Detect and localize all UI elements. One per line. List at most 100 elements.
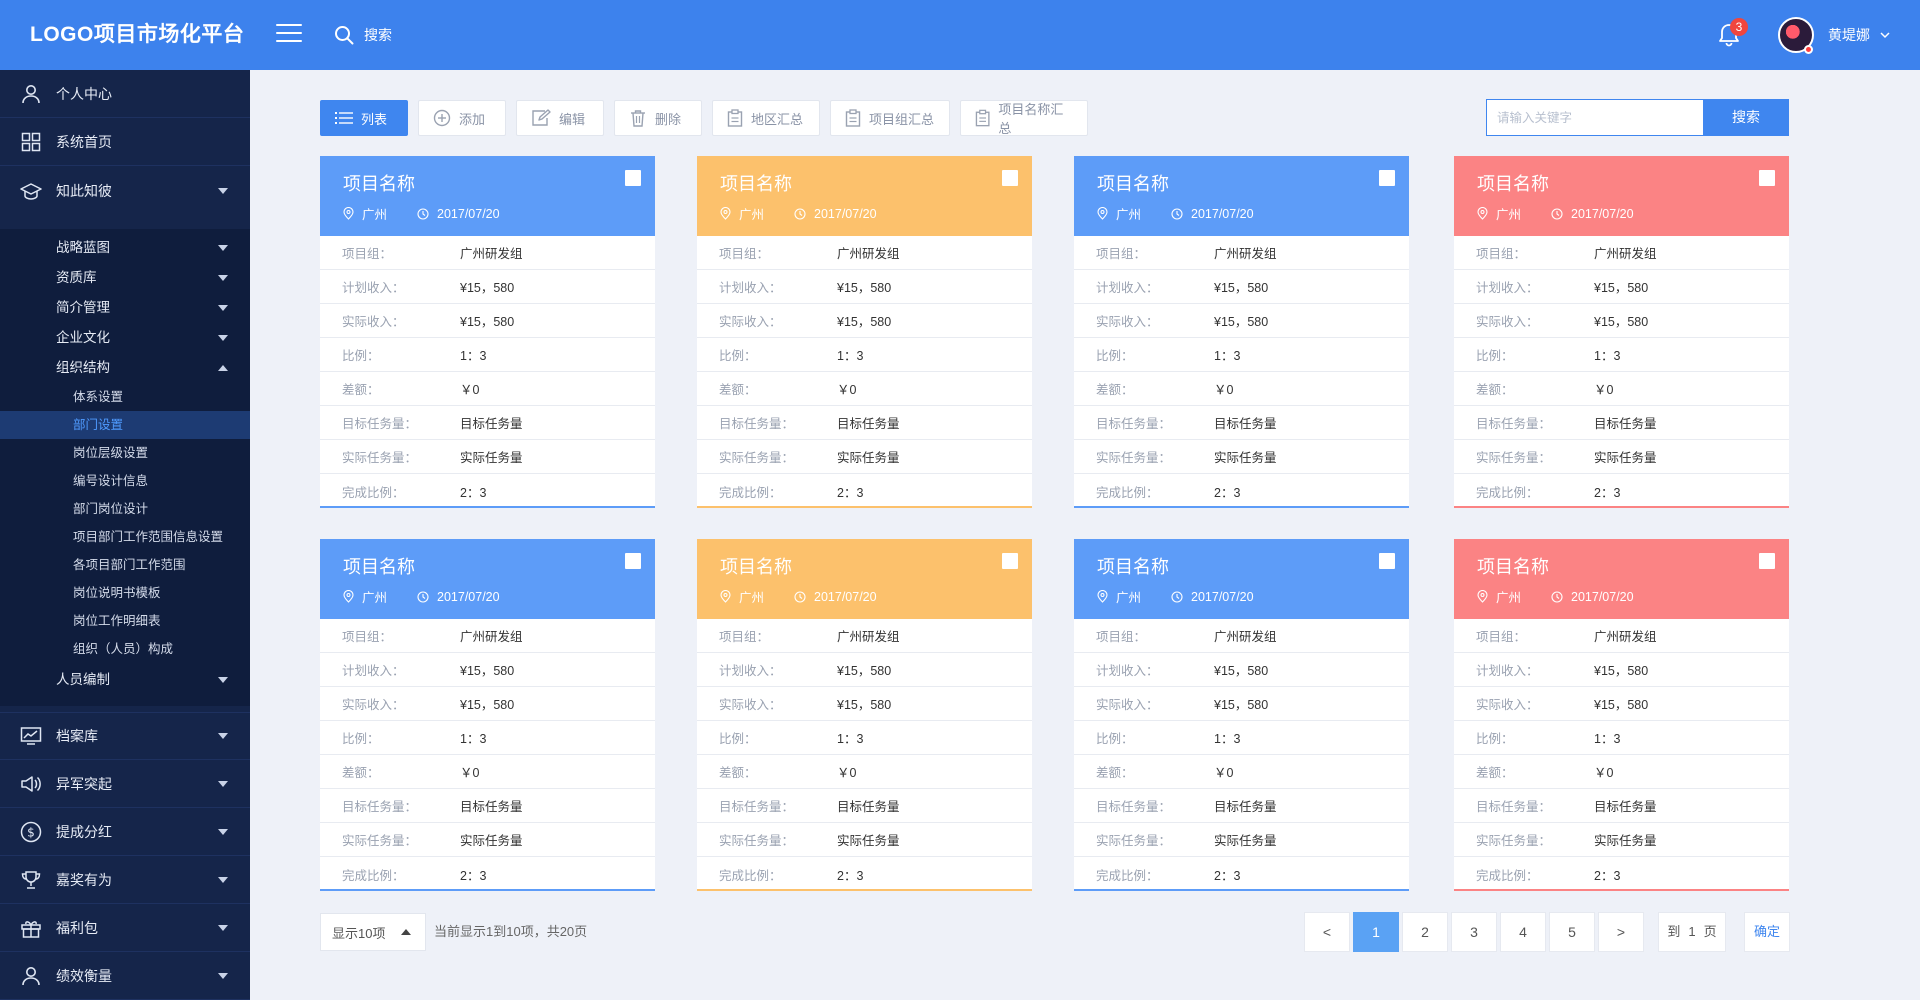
search-button[interactable]: 搜索 — [1703, 99, 1789, 136]
project-card[interactable]: 项目名称 广州 2017/07/20 项目组： 广州研发组 计划收入： ¥15，580 实际收… — [1454, 539, 1789, 891]
card-checkbox[interactable] — [1002, 553, 1018, 569]
card-row-label: 比例： — [342, 349, 380, 363]
card-row-label: 目标任务量： — [342, 800, 418, 814]
page-button-1[interactable]: 1 — [1353, 912, 1399, 952]
chevron-down-icon — [218, 188, 228, 194]
card-row-label: 完成比例： — [342, 485, 405, 500]
page-button-3[interactable]: 3 — [1451, 912, 1497, 952]
sidebar-sub3-item[interactable]: 岗位说明书模板 — [0, 579, 250, 607]
project-card[interactable]: 项目名称 广州 2017/07/20 项目组： 广州研发组 计划收入： ¥15，580 实际收… — [1074, 156, 1409, 508]
card-row: 完成比例： 2：3 — [320, 474, 655, 508]
search-input[interactable] — [1487, 100, 1703, 135]
sidebar-sub3-item[interactable]: 体系设置 — [0, 383, 250, 411]
chevron-down-icon — [218, 677, 228, 683]
card-checkbox[interactable] — [1759, 170, 1775, 186]
list-button[interactable]: 列表 — [320, 100, 408, 136]
goto-page-input[interactable] — [1684, 924, 1700, 939]
card-row: 完成比例： 2：3 — [1074, 474, 1409, 508]
card-row-value: 广州研发组 — [1594, 247, 1657, 261]
goto-prefix: 到 — [1667, 924, 1681, 939]
card-row: 比例： 1：3 — [1454, 338, 1789, 372]
project-card[interactable]: 项目名称 广州 2017/07/20 项目组： 广州研发组 计划收入： ¥15，580 实际收… — [1074, 539, 1409, 891]
sidebar-sub3-item[interactable]: 各项目部门工作范围 — [0, 551, 250, 579]
card-checkbox[interactable] — [1379, 170, 1395, 186]
sidebar-item-rising[interactable]: 异军突起 — [0, 760, 250, 808]
sidebar-sub3-item[interactable]: 部门岗位设计 — [0, 495, 250, 523]
project-card[interactable]: 项目名称 广州 2017/07/20 项目组： 广州研发组 计划收入： ¥15，580 实际收… — [320, 156, 655, 508]
card-header: 项目名称 广州 2017/07/20 — [1454, 156, 1789, 236]
sidebar-sub3-item[interactable]: 岗位工作明细表 — [0, 607, 250, 635]
sidebar-item-personal-center[interactable]: 个人中心 — [0, 70, 250, 118]
menu-toggle-icon[interactable] — [276, 24, 302, 46]
sidebar-sub3-item-active[interactable]: 部门设置 — [0, 411, 250, 439]
sidebar-item-archive[interactable]: 档案库 — [0, 712, 250, 760]
page-button-4[interactable]: 4 — [1500, 912, 1546, 952]
card-row: 实际任务量： 实际任务量 — [1074, 440, 1409, 474]
sidebar-item-awards[interactable]: 嘉奖有为 — [0, 856, 250, 904]
group-summary-button[interactable]: 项目组汇总 — [830, 100, 950, 136]
page-button-2[interactable]: 2 — [1402, 912, 1448, 952]
sidebar-item-know-yourself[interactable]: 知此知彼 — [0, 166, 250, 216]
card-row-value: 1：3 — [460, 349, 487, 363]
graduation-cap-icon — [20, 180, 42, 202]
project-name-summary-button[interactable]: 项目名称汇总 — [960, 100, 1088, 136]
card-checkbox[interactable] — [1379, 553, 1395, 569]
project-card[interactable]: 项目名称 广州 2017/07/20 项目组： 广州研发组 计划收入： ¥15，580 实际收… — [1454, 156, 1789, 508]
project-card[interactable]: 项目名称 广州 2017/07/20 项目组： 广州研发组 计划收入： ¥15，580 实际收… — [697, 156, 1032, 508]
sidebar-item-home[interactable]: 系统首页 — [0, 118, 250, 166]
sidebar-item-commission[interactable]: $ 提成分红 — [0, 808, 250, 856]
card-row-label: 比例： — [342, 732, 380, 746]
add-button[interactable]: 添加 — [418, 100, 506, 136]
sidebar-subitem[interactable]: 简介管理 — [0, 293, 250, 323]
card-row: 完成比例： 2：3 — [697, 474, 1032, 508]
card-checkbox[interactable] — [625, 170, 641, 186]
region-summary-button[interactable]: 地区汇总 — [712, 100, 820, 136]
sidebar-subitem[interactable]: 资质库 — [0, 263, 250, 293]
project-card[interactable]: 项目名称 广州 2017/07/20 项目组： 广州研发组 计划收入： ¥15，580 实际收… — [320, 539, 655, 891]
top-search-button[interactable]: 搜索 — [334, 22, 392, 48]
card-row-value: 2：3 — [460, 485, 487, 500]
chevron-down-icon — [218, 335, 228, 341]
chevron-down-icon[interactable] — [1880, 30, 1890, 40]
card-checkbox[interactable] — [1759, 553, 1775, 569]
sidebar-subitem[interactable]: 组织结构 — [0, 353, 250, 383]
app-logo[interactable]: LOGO项目市场化平台 — [30, 0, 244, 70]
card-row-label: 差额： — [1476, 383, 1514, 397]
card-row-value: ¥15，580 — [460, 315, 515, 329]
sidebar-sub3-item[interactable]: 项目部门工作范围信息设置 — [0, 523, 250, 551]
chevron-down-icon — [218, 245, 228, 251]
sidebar-subitem[interactable]: 人员编制 — [0, 665, 250, 695]
card-row: 完成比例： 2：3 — [1454, 857, 1789, 891]
card-rows: 项目组： 广州研发组 计划收入： ¥15，580 实际收入： ¥15，580 比例： 1：3 差… — [1074, 619, 1409, 891]
card-row-label: 项目组： — [1476, 630, 1527, 644]
sidebar-item-performance[interactable]: 绩效衡量 — [0, 952, 250, 1000]
sidebar-subitem[interactable]: 战略蓝图 — [0, 233, 250, 263]
card-checkbox[interactable] — [1002, 170, 1018, 186]
card-row: 项目组： 广州研发组 — [697, 619, 1032, 653]
sidebar-sub3-item[interactable]: 岗位层级设置 — [0, 439, 250, 467]
project-card[interactable]: 项目名称 广州 2017/07/20 项目组： 广州研发组 计划收入： ¥15，580 实际收… — [697, 539, 1032, 891]
username[interactable]: 黄堤娜 — [1828, 0, 1870, 70]
page-size-select[interactable]: 显示10项 — [320, 913, 426, 951]
delete-button[interactable]: 删除 — [614, 100, 702, 136]
location-pin-icon — [1477, 590, 1488, 603]
sidebar-sub3-item[interactable]: 组织（人员）构成 — [0, 635, 250, 663]
card-row-label: 实际任务量： — [1096, 451, 1172, 465]
edit-button[interactable]: 编辑 — [516, 100, 604, 136]
next-page-button[interactable]: > — [1598, 912, 1644, 952]
card-row-label: 实际收入： — [1476, 315, 1539, 329]
confirm-button[interactable]: 确定 — [1744, 912, 1790, 952]
sidebar-item-welfare[interactable]: 福利包 — [0, 904, 250, 952]
card-row: 差额： ￥0 — [697, 372, 1032, 406]
card-row-value: 实际任务量 — [1214, 451, 1277, 465]
card-row: 实际收入： ¥15，580 — [1074, 304, 1409, 338]
card-row-label: 实际收入： — [1096, 698, 1159, 712]
card-header: 项目名称 广州 2017/07/20 — [320, 539, 655, 619]
card-checkbox[interactable] — [625, 553, 641, 569]
plus-circle-icon — [433, 109, 451, 127]
card-row-label: 差额： — [719, 766, 757, 780]
page-button-5[interactable]: 5 — [1549, 912, 1595, 952]
prev-page-button[interactable]: < — [1304, 912, 1350, 952]
sidebar-subitem[interactable]: 企业文化 — [0, 323, 250, 353]
sidebar-sub3-item[interactable]: 编号设计信息 — [0, 467, 250, 495]
